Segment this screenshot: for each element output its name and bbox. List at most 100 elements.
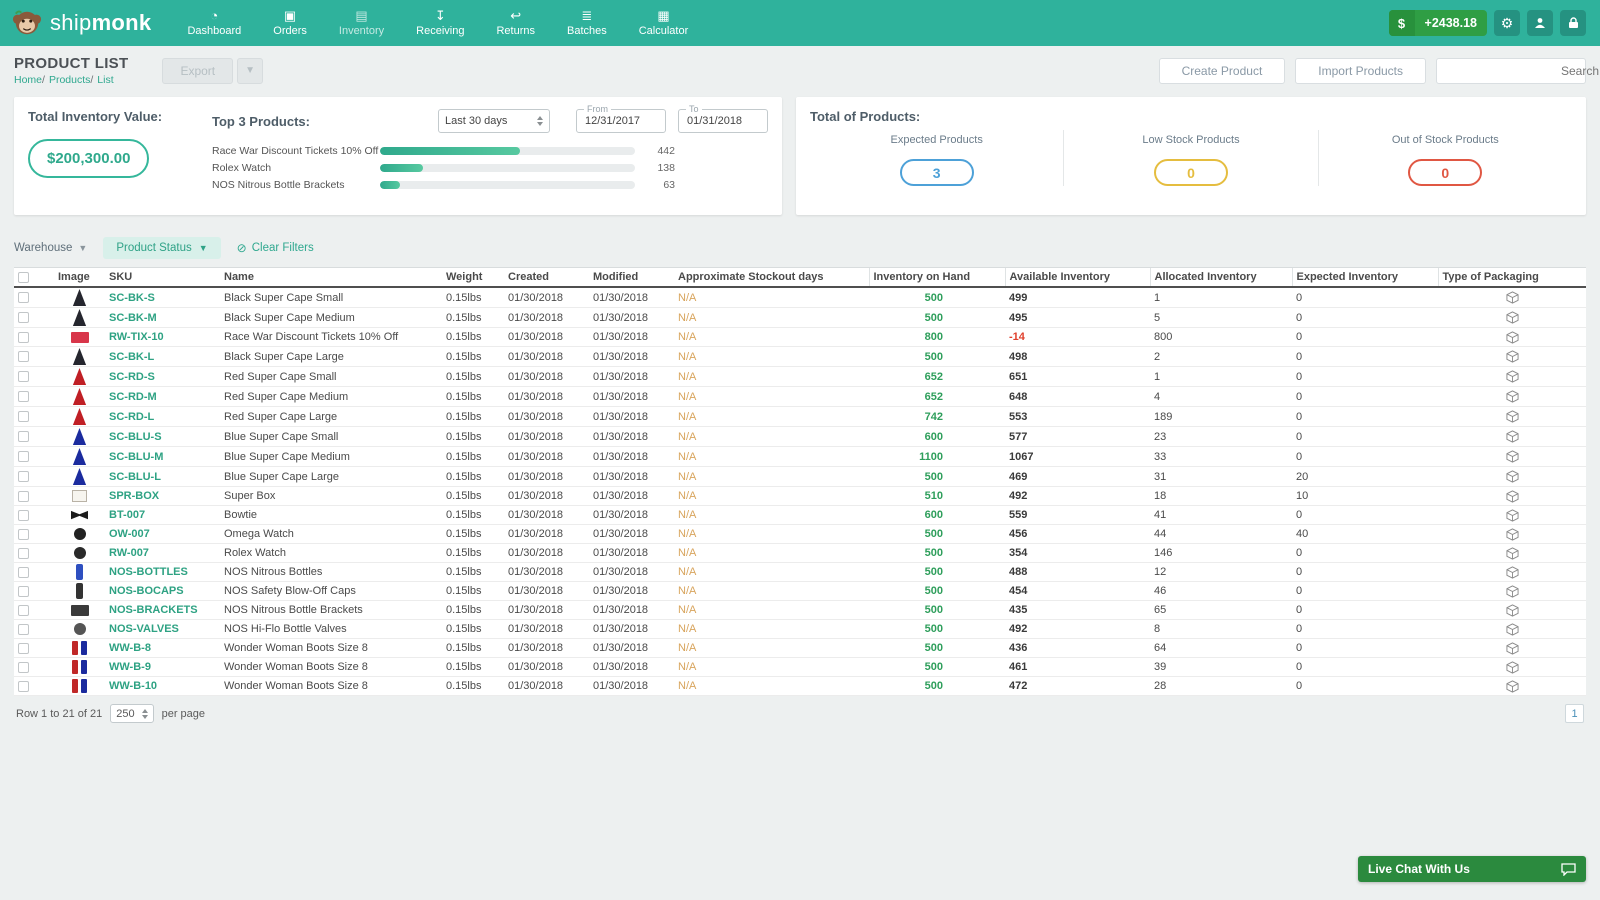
breadcrumb-link[interactable]: Products xyxy=(49,74,90,86)
table-row[interactable]: WW-B-9 Wonder Woman Boots Size 8 0.15lbs 01… xyxy=(14,657,1586,677)
sku-link[interactable]: SPR-BOX xyxy=(109,490,159,502)
table-row[interactable]: NOS-VALVES NOS Hi-Flo Bottle Valves 0.15lb… xyxy=(14,619,1586,639)
stat-value[interactable]: 0 xyxy=(1408,159,1483,186)
row-checkbox[interactable] xyxy=(18,642,29,654)
stat-value[interactable]: 3 xyxy=(899,159,974,186)
sku-link[interactable]: RW-TIX-10 xyxy=(109,331,164,343)
sku-link[interactable]: RW-007 xyxy=(109,547,149,559)
row-checkbox[interactable] xyxy=(18,490,29,502)
warehouse-filter[interactable]: Warehouse ▼ xyxy=(14,242,87,254)
stat-value[interactable]: 0 xyxy=(1153,159,1228,186)
column-header-inventory-on-hand[interactable]: Inventory on Hand xyxy=(868,267,1005,288)
row-checkbox[interactable] xyxy=(18,471,29,483)
sku-link[interactable]: NOS-BOTTLES xyxy=(109,566,188,578)
table-row[interactable]: WW-B-10 Wonder Woman Boots Size 8 0.15lbs 0… xyxy=(14,676,1586,696)
to-date-field[interactable]: To 01/31/2018 xyxy=(678,104,768,133)
row-checkbox[interactable] xyxy=(18,411,29,423)
row-checkbox[interactable] xyxy=(18,604,29,616)
table-row[interactable]: SC-RD-S Red Super Cape Small 0.15lbs 01/30/… xyxy=(14,366,1586,387)
column-header-created[interactable]: Created xyxy=(504,267,589,288)
column-header-name[interactable]: Name xyxy=(220,267,442,288)
sku-link[interactable]: BT-007 xyxy=(109,509,145,521)
sku-link[interactable]: SC-RD-L xyxy=(109,411,154,423)
lock-button[interactable] xyxy=(1560,10,1586,36)
nav-item-dashboard[interactable]: ◔ Dashboard xyxy=(171,0,257,46)
row-checkbox[interactable] xyxy=(18,292,29,304)
sku-link[interactable]: SC-BLU-S xyxy=(109,431,162,443)
row-checkbox[interactable] xyxy=(18,585,29,597)
breadcrumb-link[interactable]: List xyxy=(97,74,113,86)
row-checkbox[interactable] xyxy=(18,623,29,635)
create-product-button[interactable]: Create Product xyxy=(1158,57,1286,84)
row-checkbox[interactable] xyxy=(18,312,29,324)
row-checkbox[interactable] xyxy=(18,431,29,443)
table-row[interactable]: OW-007 Omega Watch 0.15lbs 01/30/2018 01/30/… xyxy=(14,524,1586,544)
sku-link[interactable]: SC-RD-S xyxy=(109,371,155,383)
sku-link[interactable]: OW-007 xyxy=(109,528,150,540)
table-row[interactable]: SC-BK-L Black Super Cape Large 0.15lbs 01/3… xyxy=(14,346,1586,367)
sku-link[interactable]: SC-BK-M xyxy=(109,312,157,324)
table-row[interactable]: SC-BLU-S Blue Super Cape Small 0.15lbs 01/3… xyxy=(14,426,1586,447)
sku-link[interactable]: SC-BK-S xyxy=(109,292,155,304)
nav-item-batches[interactable]: ≣ Batches xyxy=(551,0,623,46)
table-row[interactable]: SPR-BOX Super Box 0.15lbs 01/30/2018 01/30/2… xyxy=(14,486,1586,506)
sku-link[interactable]: SC-RD-M xyxy=(109,391,157,403)
column-header-weight[interactable]: Weight xyxy=(442,267,504,288)
nav-item-orders[interactable]: ▣ Orders xyxy=(257,0,323,46)
search-input[interactable] xyxy=(1437,58,1600,83)
row-checkbox[interactable] xyxy=(18,371,29,383)
settings-button[interactable]: ⚙ xyxy=(1494,10,1520,36)
nav-item-returns[interactable]: ↩ Returns xyxy=(480,0,551,46)
column-header-approximate-stockout-days[interactable]: Approximate Stockout days xyxy=(674,267,869,288)
row-checkbox[interactable] xyxy=(18,528,29,540)
row-checkbox[interactable] xyxy=(18,351,29,363)
balance-badge[interactable]: $ +2438.18 xyxy=(1388,10,1487,36)
sku-link[interactable]: NOS-BRACKETS xyxy=(109,604,198,616)
table-row[interactable]: SC-RD-M Red Super Cape Medium 0.15lbs 01/30… xyxy=(14,386,1586,407)
export-button[interactable]: Export xyxy=(162,57,234,84)
table-row[interactable]: SC-RD-L Red Super Cape Large 0.15lbs 01/30/… xyxy=(14,406,1586,427)
per-page-select[interactable]: 250 xyxy=(110,704,154,723)
row-checkbox[interactable] xyxy=(18,680,29,692)
page-1-button[interactable]: 1 xyxy=(1565,704,1584,723)
sku-link[interactable]: WW-B-8 xyxy=(109,642,151,654)
table-row[interactable]: SC-BK-S Black Super Cape Small 0.15lbs 01/3… xyxy=(14,287,1586,308)
nav-item-calculator[interactable]: ▦ Calculator xyxy=(623,0,705,46)
row-checkbox[interactable] xyxy=(18,331,29,343)
account-button[interactable] xyxy=(1527,10,1553,36)
sku-link[interactable]: SC-BLU-M xyxy=(109,451,163,463)
table-row[interactable]: WW-B-8 Wonder Woman Boots Size 8 0.15lbs 01… xyxy=(14,638,1586,658)
table-row[interactable]: NOS-BOCAPS NOS Safety Blow-Off Caps 0.15lb… xyxy=(14,581,1586,601)
row-checkbox[interactable] xyxy=(18,547,29,559)
nav-item-receiving[interactable]: ↧ Receiving xyxy=(400,0,480,46)
sku-link[interactable]: SC-BLU-L xyxy=(109,471,161,483)
table-row[interactable]: BT-007 Bowtie 0.15lbs 01/30/2018 01/30/2018 N… xyxy=(14,505,1586,525)
sku-link[interactable]: SC-BK-L xyxy=(109,351,154,363)
table-row[interactable]: NOS-BRACKETS NOS Nitrous Bottle Brackets 0… xyxy=(14,600,1586,620)
sku-link[interactable]: WW-B-9 xyxy=(109,661,151,673)
column-header-modified[interactable]: Modified xyxy=(589,267,674,288)
date-range-select[interactable]: Last 30 days xyxy=(438,109,550,133)
column-header-allocated-inventory[interactable]: Allocated Inventory xyxy=(1149,267,1292,288)
nav-item-inventory[interactable]: ▤ Inventory xyxy=(323,0,400,46)
column-header-image[interactable]: Image xyxy=(54,267,105,288)
table-row[interactable]: RW-007 Rolex Watch 0.15lbs 01/30/2018 01/30/… xyxy=(14,543,1586,563)
brand-logo[interactable]: shipmonk xyxy=(0,0,171,46)
row-checkbox[interactable] xyxy=(18,391,29,403)
import-products-button[interactable]: Import Products xyxy=(1295,57,1426,84)
breadcrumb-link[interactable]: Home xyxy=(14,74,42,86)
table-row[interactable]: RW-TIX-10 Race War Discount Tickets 10% O… xyxy=(14,327,1586,347)
sku-link[interactable]: NOS-VALVES xyxy=(109,623,179,635)
sku-link[interactable]: NOS-BOCAPS xyxy=(109,585,184,597)
live-chat-bar[interactable]: Live Chat With Us xyxy=(1358,856,1586,882)
row-checkbox[interactable] xyxy=(18,509,29,521)
column-header-available-inventory[interactable]: Available Inventory xyxy=(1004,267,1150,288)
table-row[interactable]: NOS-BOTTLES NOS Nitrous Bottles 0.15lbs 01/… xyxy=(14,562,1586,582)
table-row[interactable]: SC-BLU-L Blue Super Cape Large 0.15lbs 01/3… xyxy=(14,466,1586,487)
row-checkbox[interactable] xyxy=(18,451,29,463)
row-checkbox[interactable] xyxy=(18,661,29,673)
sku-link[interactable]: WW-B-10 xyxy=(109,680,157,692)
product-status-filter[interactable]: Product Status ▼ xyxy=(103,237,221,259)
row-checkbox[interactable] xyxy=(18,566,29,578)
clear-filters-button[interactable]: ⊘ Clear Filters xyxy=(237,241,314,255)
